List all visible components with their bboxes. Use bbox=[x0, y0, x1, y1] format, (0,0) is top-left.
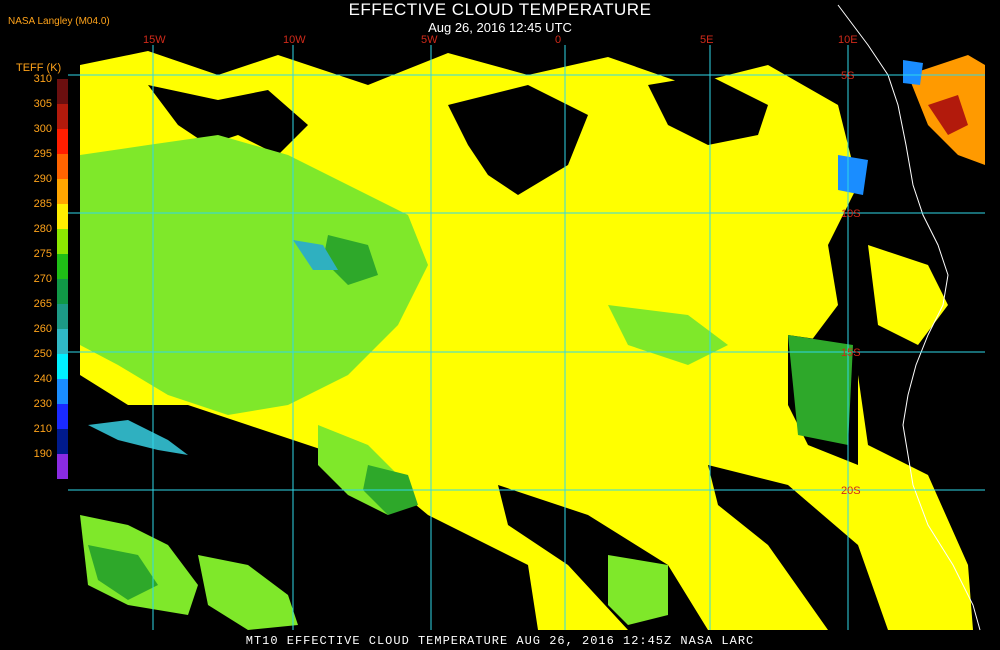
legend-label: 285 bbox=[33, 198, 52, 210]
longitude-label: 0 bbox=[555, 34, 561, 46]
legend-label: 190 bbox=[33, 448, 52, 460]
legend-label: 300 bbox=[33, 123, 52, 135]
map-title: EFFECTIVE CLOUD TEMPERATURE bbox=[348, 0, 652, 19]
longitude-label: 5E bbox=[700, 34, 713, 46]
latitude-label: 15S bbox=[841, 347, 861, 359]
legend-label: 240 bbox=[33, 373, 52, 385]
legend-label: 305 bbox=[33, 98, 52, 110]
legend-label: 250 bbox=[33, 348, 52, 360]
latitude-label: 5S bbox=[841, 70, 854, 82]
legend-label: 210 bbox=[33, 423, 52, 435]
longitude-label: 10E bbox=[838, 34, 858, 46]
producer-label: NASA Langley (M04.0) bbox=[8, 16, 110, 27]
legend-label: 290 bbox=[33, 173, 52, 185]
longitude-label: 15W bbox=[143, 34, 166, 46]
cloud-region-land-blue bbox=[838, 155, 868, 195]
legend-label: 275 bbox=[33, 248, 52, 260]
latitude-label: 10S bbox=[841, 208, 861, 220]
legend-label: 295 bbox=[33, 148, 52, 160]
map-subtitle: Aug 26, 2016 12:45 UTC bbox=[428, 20, 572, 35]
legend-label: 280 bbox=[33, 223, 52, 235]
latitude-label: 20S bbox=[841, 485, 861, 497]
legend-label: 310 bbox=[33, 73, 52, 85]
cloud-temperature-map: 15W 10W 5W 0 5E 10E 5S 10S 15S 20S bbox=[68, 4, 985, 631]
map-canvas: 15W 10W 5W 0 5E 10E 5S 10S 15S 20S bbox=[68, 4, 985, 631]
footer-caption: MT10 EFFECTIVE CLOUD TEMPERATURE AUG 26,… bbox=[245, 634, 755, 648]
legend-label: 270 bbox=[33, 273, 52, 285]
legend-label: 260 bbox=[33, 323, 52, 335]
cloud-region-land-blue-2 bbox=[903, 60, 923, 85]
legend-label: 265 bbox=[33, 298, 52, 310]
legend-label: 230 bbox=[33, 398, 52, 410]
longitude-label: 10W bbox=[283, 34, 306, 46]
longitude-label: 5W bbox=[421, 34, 438, 46]
